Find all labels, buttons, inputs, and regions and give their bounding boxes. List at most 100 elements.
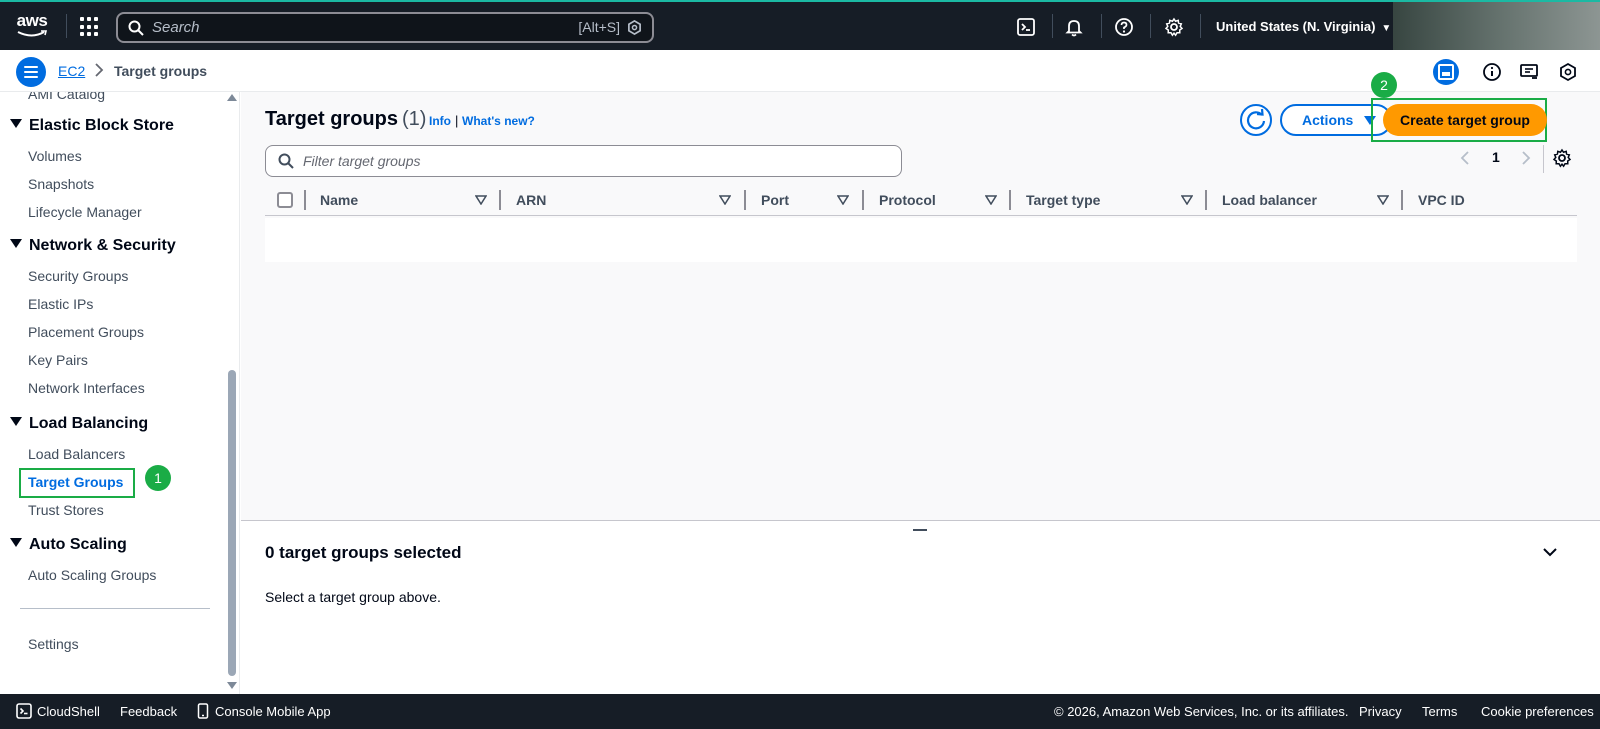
breadcrumb-ec2-link[interactable]: EC2	[58, 63, 85, 79]
sidebar-item-key-pairs[interactable]: Key Pairs	[28, 352, 88, 368]
section-label: Load Balancing	[29, 415, 149, 432]
sort-icon[interactable]	[985, 195, 997, 205]
divider	[1101, 14, 1102, 38]
refresh-button[interactable]	[1240, 104, 1272, 136]
split-panel: 0 target groups selected Select a target…	[241, 520, 1600, 694]
breadcrumb-current: Target groups	[114, 63, 208, 79]
column-header-arn[interactable]: ARN	[516, 192, 546, 208]
notifications-panel-icon[interactable]	[1516, 59, 1542, 85]
actions-label: Actions	[1302, 112, 1354, 128]
table-preferences-gear-icon[interactable]	[1552, 148, 1572, 168]
sidebar-item-elastic-ips[interactable]: Elastic IPs	[28, 296, 93, 312]
sidebar-item-target-groups[interactable]: Target Groups	[28, 474, 123, 490]
select-all-checkbox[interactable]	[277, 192, 293, 208]
sidebar-item-settings[interactable]: Settings	[28, 636, 79, 652]
column-header-protocol[interactable]: Protocol	[879, 192, 936, 208]
gear-icon[interactable]	[1164, 17, 1184, 37]
global-search-input[interactable]: Search [Alt+S]	[116, 12, 654, 43]
caret-down-icon: ▼	[1381, 23, 1392, 34]
column-divider[interactable]	[862, 190, 864, 210]
sidebar-item-load-balancers[interactable]: Load Balancers	[28, 446, 125, 462]
amazon-q-icon[interactable]	[1555, 59, 1581, 85]
aws-logo-text: aws	[16, 11, 48, 30]
sort-icon[interactable]	[1377, 195, 1389, 205]
create-target-group-button[interactable]: Create target group	[1383, 104, 1547, 136]
top-navigation-bar: aws Search [Alt+S] United States (N. Vir…	[0, 0, 1600, 52]
sidebar-section-auto-scaling[interactable]: Auto Scaling	[10, 536, 127, 554]
sort-icon[interactable]	[837, 195, 849, 205]
footer-cloudshell-link[interactable]: CloudShell	[37, 704, 100, 719]
sidebar-item-trust-stores[interactable]: Trust Stores	[28, 502, 104, 518]
help-icon[interactable]	[1114, 17, 1134, 37]
sidebar-divider	[20, 608, 210, 609]
sidebar-item-volumes[interactable]: Volumes	[28, 148, 82, 164]
column-divider[interactable]	[1401, 190, 1403, 210]
sidebar-item-lifecycle-manager[interactable]: Lifecycle Manager	[28, 204, 142, 220]
section-label: Elastic Block Store	[29, 117, 174, 134]
footer-mobile-app-link[interactable]: Console Mobile App	[215, 704, 331, 719]
sidebar-scrollbar[interactable]	[228, 370, 236, 676]
sort-icon[interactable]	[475, 195, 487, 205]
footer-privacy-link[interactable]: Privacy	[1359, 704, 1402, 719]
split-panel-resize-handle[interactable]	[913, 529, 927, 531]
chevron-left-icon[interactable]	[1459, 149, 1471, 167]
sidebar-section-elastic-block-store[interactable]: Elastic Block Store	[10, 117, 174, 135]
footer-feedback-link[interactable]: Feedback	[120, 704, 177, 719]
step-2-badge: 2	[1371, 72, 1397, 98]
column-header-load-balancer[interactable]: Load balancer	[1222, 192, 1317, 208]
caret-down-icon	[10, 417, 22, 426]
divider	[1052, 14, 1053, 38]
search-icon	[128, 20, 144, 36]
cloudshell-icon[interactable]	[1016, 17, 1036, 37]
side-navigation-toggle[interactable]	[16, 57, 46, 87]
cloudshell-icon	[16, 703, 32, 719]
chevron-right-icon[interactable]	[1520, 149, 1532, 167]
sidebar-item-security-groups[interactable]: Security Groups	[28, 268, 128, 284]
column-header-name[interactable]: Name	[320, 192, 358, 208]
aws-logo[interactable]: aws	[14, 12, 50, 42]
region-selector[interactable]: United States (N. Virginia) ▼	[1216, 19, 1391, 34]
account-menu[interactable]	[1393, 2, 1600, 52]
info-panel-icon[interactable]	[1479, 59, 1505, 85]
bell-icon[interactable]	[1064, 17, 1084, 37]
column-divider[interactable]	[499, 190, 501, 210]
page-title-text: Target groups	[265, 108, 398, 130]
column-divider[interactable]	[1009, 190, 1011, 210]
sidebar-item-ami-catalog[interactable]: AMI Catalog	[28, 92, 105, 102]
column-header-target-type[interactable]: Target type	[1026, 192, 1100, 208]
sidebar-item-network-interfaces[interactable]: Network Interfaces	[28, 380, 145, 396]
item-count: (1)	[401, 108, 427, 130]
sort-icon[interactable]	[1181, 195, 1193, 205]
chevron-down-icon[interactable]	[1541, 545, 1559, 559]
mobile-phone-icon	[197, 703, 209, 719]
column-header-vpc-id[interactable]: VPC ID	[1418, 192, 1465, 208]
sort-icon[interactable]	[719, 195, 731, 205]
whats-new-link[interactable]: What's new?	[462, 114, 535, 128]
divider	[1543, 145, 1544, 173]
column-divider[interactable]	[304, 190, 306, 210]
sidebar-item-auto-scaling-groups[interactable]: Auto Scaling Groups	[28, 567, 156, 583]
split-panel-title: 0 target groups selected	[265, 543, 462, 562]
sidebar-item-placement-groups[interactable]: Placement Groups	[28, 324, 144, 340]
split-panel-toggle-icon[interactable]	[1433, 59, 1459, 85]
info-link[interactable]: Info	[429, 114, 451, 128]
scroll-down-arrow[interactable]	[227, 682, 237, 689]
column-divider[interactable]	[1205, 190, 1207, 210]
column-divider[interactable]	[744, 190, 746, 210]
sidebar-item-snapshots[interactable]: Snapshots	[28, 176, 94, 192]
filter-target-groups-input[interactable]: Filter target groups	[265, 145, 902, 177]
divider	[1150, 14, 1151, 38]
scroll-up-arrow[interactable]	[227, 94, 237, 101]
sidebar-section-load-balancing[interactable]: Load Balancing	[10, 415, 148, 433]
section-label: Auto Scaling	[29, 536, 127, 553]
target-groups-table-container: Target groups (1) Info | What's new? Acti…	[241, 72, 1600, 520]
page-title: Target groups (1)	[265, 108, 426, 131]
search-placeholder: Search	[152, 19, 200, 36]
services-grid-icon[interactable]	[80, 17, 100, 37]
column-header-port[interactable]: Port	[761, 192, 789, 208]
sidebar-section-network-security[interactable]: Network & Security	[10, 237, 176, 255]
footer-cookie-preferences-link[interactable]: Cookie preferences	[1481, 704, 1594, 719]
step-1-badge: 1	[145, 465, 171, 491]
page-number[interactable]: 1	[1492, 149, 1500, 165]
footer-terms-link[interactable]: Terms	[1422, 704, 1457, 719]
